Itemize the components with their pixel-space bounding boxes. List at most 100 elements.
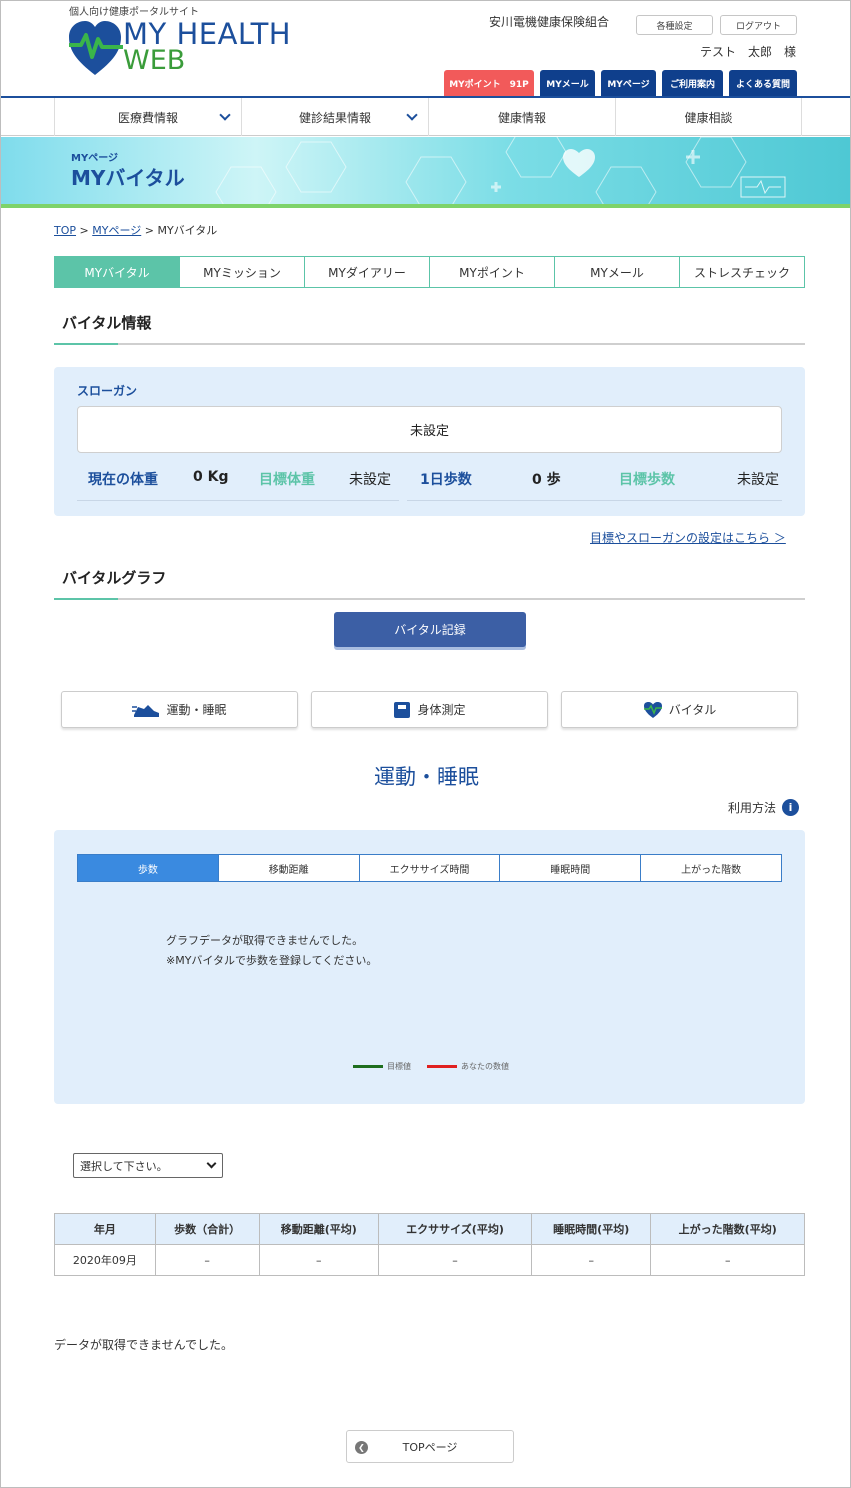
gnav-label: 健診結果情報 bbox=[298, 110, 371, 125]
steps-value: 0 歩 bbox=[532, 472, 561, 488]
vital-summary-table: 年月 歩数（合計） 移動距離(平均) エクササイズ(平均) 睡眠時間(平均) 上… bbox=[54, 1213, 805, 1276]
breadcrumb-top-link[interactable]: TOP bbox=[54, 224, 76, 237]
top-page-button[interactable]: ❮ TOPページ bbox=[346, 1430, 514, 1463]
breadcrumb-separator: > bbox=[144, 224, 158, 237]
table-cell: – bbox=[258, 1244, 379, 1276]
category-body-measure-button[interactable]: 身体測定 bbox=[311, 691, 548, 728]
running-shoe-icon bbox=[132, 704, 160, 717]
graph-tabs: 歩数 移動距離 エクササイズ時間 睡眠時間 上がった階数 bbox=[77, 854, 782, 882]
weight-value: 0 Kg bbox=[193, 469, 229, 485]
site-logo[interactable]: MY HEALTH WEB bbox=[67, 17, 307, 77]
tab-mydiary[interactable]: MYダイアリー bbox=[304, 257, 429, 287]
mypage-pill[interactable]: MYページ bbox=[601, 70, 656, 96]
page-frame: 個人向け健康ポータルサイト MY HEALTH WEB 安川電機健康保険組合 各… bbox=[0, 0, 851, 1488]
col-exercise: エクササイズ(平均) bbox=[377, 1213, 533, 1245]
target-weight-label: 目標体重 bbox=[259, 472, 315, 488]
tab-myvital[interactable]: MYバイタル bbox=[55, 257, 179, 287]
gnav-label: 健康情報 bbox=[497, 110, 546, 125]
settings-button[interactable]: 各種設定 bbox=[636, 15, 713, 35]
goal-settings-link[interactable]: 目標やスローガンの設定はこちら ＞ bbox=[590, 529, 786, 546]
table-cell: – bbox=[154, 1244, 260, 1276]
gnav-medical-costs[interactable]: 医療費情報 bbox=[54, 98, 241, 136]
legend-target: 目標値 bbox=[353, 1061, 411, 1072]
guide-pill[interactable]: ご利用案内 bbox=[662, 70, 723, 96]
nodata-line2: ※MYバイタルで歩数を登録してください。 bbox=[166, 954, 378, 967]
stat-underline bbox=[407, 500, 782, 501]
graph-nodata-message: グラフデータが取得できませんでした。 ※MYバイタルで歩数を登録してください。 bbox=[166, 931, 377, 971]
category-label: バイタル bbox=[668, 703, 717, 717]
breadcrumb-separator: > bbox=[79, 224, 93, 237]
chevron-left-icon: ❮ bbox=[355, 1441, 368, 1454]
user-name: テスト 太郎 様 bbox=[700, 45, 797, 59]
nodata-line1: グラフデータが取得できませんでした。 bbox=[166, 934, 364, 947]
col-month: 年月 bbox=[54, 1213, 156, 1245]
chevron-down-icon bbox=[206, 1158, 217, 1169]
vital-record-button[interactable]: バイタル記録 bbox=[334, 612, 526, 647]
vital-graph-heading: バイタルグラフ bbox=[62, 569, 167, 587]
gnav-label: 健康相談 bbox=[684, 110, 733, 125]
legend-label: 目標値 bbox=[387, 1062, 411, 1071]
table-cell: – bbox=[650, 1244, 805, 1276]
table-cell: 2020年09月 bbox=[54, 1244, 156, 1276]
gnav-health-info[interactable]: 健康情報 bbox=[428, 98, 615, 136]
site-tagline: 個人向け健康ポータルサイト bbox=[69, 7, 199, 18]
breadcrumb-current: MYバイタル bbox=[157, 224, 218, 237]
category-vital-button[interactable]: バイタル bbox=[561, 691, 798, 728]
chevron-down-icon bbox=[406, 109, 418, 121]
logo-line2: WEB bbox=[123, 45, 186, 76]
tab-mymail[interactable]: MYメール bbox=[554, 257, 679, 287]
legend-yours: あなたの数値 bbox=[427, 1061, 509, 1072]
col-distance: 移動距離(平均) bbox=[258, 1213, 379, 1245]
graph-tab-sleep[interactable]: 睡眠時間 bbox=[499, 855, 640, 881]
graph-box: 歩数 移動距離 エクササイズ時間 睡眠時間 上がった階数 グラフデータが取得でき… bbox=[54, 830, 805, 1104]
howto-label: 利用方法 bbox=[728, 801, 777, 815]
vital-info-heading: バイタル情報 bbox=[62, 314, 152, 332]
steps-label: 1日歩数 bbox=[420, 472, 472, 488]
howto-link[interactable]: 利用方法 i bbox=[728, 799, 800, 816]
target-steps-value: 未設定 bbox=[737, 472, 779, 488]
slogan-label: スローガン bbox=[77, 384, 138, 398]
category-exercise-sleep-button[interactable]: 運動・睡眠 bbox=[61, 691, 298, 728]
table-cell: – bbox=[377, 1244, 533, 1276]
legend-swatch bbox=[427, 1065, 457, 1068]
faq-pill[interactable]: よくある質問 bbox=[729, 70, 797, 96]
global-nav: 医療費情報 健診結果情報 健康情報 健康相談 bbox=[1, 96, 850, 136]
table-row: 2020年09月 – – – – – bbox=[54, 1244, 805, 1276]
stat-underline bbox=[77, 500, 399, 501]
heart-pulse-icon bbox=[643, 701, 662, 718]
col-sleep: 睡眠時間(平均) bbox=[530, 1213, 652, 1245]
graph-tab-steps[interactable]: 歩数 bbox=[78, 855, 218, 881]
breadcrumb: TOP > MYページ > MYバイタル bbox=[54, 222, 217, 238]
graph-tab-exercise[interactable]: エクササイズ時間 bbox=[358, 855, 500, 881]
period-select[interactable]: 選択して下さい。 bbox=[73, 1153, 223, 1178]
mypoint-pill[interactable]: MYポイント 91P bbox=[444, 70, 534, 96]
gnav-health-consult[interactable]: 健康相談 bbox=[615, 98, 802, 136]
legend-swatch bbox=[353, 1065, 383, 1068]
weight-label: 現在の体重 bbox=[88, 472, 158, 488]
logout-button[interactable]: ログアウト bbox=[720, 15, 797, 35]
info-icon: i bbox=[782, 799, 800, 816]
site-header: 個人向け健康ポータルサイト MY HEALTH WEB 安川電機健康保険組合 各… bbox=[1, 1, 850, 96]
category-label: 身体測定 bbox=[417, 703, 466, 717]
organization-name: 安川電機健康保険組合 bbox=[489, 15, 610, 29]
table-cell: – bbox=[530, 1244, 652, 1276]
graph-tab-floors[interactable]: 上がった階数 bbox=[640, 855, 781, 881]
table-header-row: 年月 歩数（合計） 移動距離(平均) エクササイズ(平均) 睡眠時間(平均) 上… bbox=[54, 1213, 805, 1245]
legend-label: あなたの数値 bbox=[461, 1062, 509, 1071]
slogan-value: 未設定 bbox=[77, 406, 782, 453]
col-floors: 上がった階数(平均) bbox=[650, 1213, 805, 1245]
graph-tab-distance[interactable]: 移動距離 bbox=[217, 855, 359, 881]
section-divider bbox=[54, 343, 805, 345]
target-steps-label: 目標歩数 bbox=[619, 472, 675, 488]
tab-stresscheck[interactable]: ストレスチェック bbox=[679, 257, 804, 287]
breadcrumb-mypage-link[interactable]: MYページ bbox=[92, 224, 141, 237]
mymail-pill[interactable]: MYメール bbox=[540, 70, 595, 96]
tab-mymission[interactable]: MYミッション bbox=[179, 257, 304, 287]
top-button-label: TOPページ bbox=[402, 1440, 458, 1454]
target-weight-value: 未設定 bbox=[349, 472, 391, 488]
select-value: 選択して下さい。 bbox=[80, 1159, 168, 1173]
heart-logo-icon bbox=[69, 21, 123, 75]
tab-mypoint[interactable]: MYポイント bbox=[429, 257, 554, 287]
col-steps: 歩数（合計） bbox=[154, 1213, 260, 1245]
gnav-checkup-results[interactable]: 健診結果情報 bbox=[241, 98, 428, 136]
